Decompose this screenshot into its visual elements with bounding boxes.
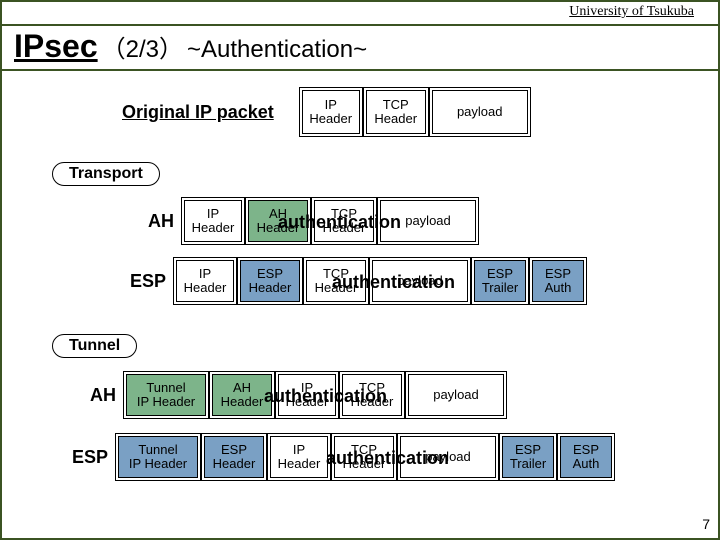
- label-esp: ESP: [124, 271, 166, 292]
- pill-transport: Transport: [52, 162, 160, 186]
- title-paren: （2/3）: [102, 29, 183, 64]
- label-ah: AH: [132, 211, 174, 232]
- label-ah: AH: [74, 385, 116, 406]
- box-payload: payload: [408, 374, 504, 416]
- slide: University of Tsukuba IPsec （2/3） ~Authe…: [0, 0, 720, 540]
- box-tunnel-ip-header: TunnelIP Header: [126, 374, 206, 416]
- box-tcp-header: TCPHeader: [306, 260, 366, 302]
- box-esp-header: ESPHeader: [204, 436, 264, 478]
- row-original: Original IP packet IPHeader TCPHeader pa…: [122, 90, 534, 134]
- label-original: Original IP packet: [122, 102, 274, 123]
- slide-number: 7: [702, 516, 710, 532]
- box-ah-header: AHHeader: [248, 200, 308, 242]
- pill-tunnel: Tunnel: [52, 334, 137, 358]
- box-ip-header: IPHeader: [302, 90, 360, 134]
- box-tcp-header: TCPHeader: [314, 200, 374, 242]
- row-transport-esp: ESP IPHeader ESPHeader TCPHeader payload…: [124, 260, 590, 302]
- box-payload: payload: [432, 90, 528, 134]
- title-main: IPsec: [14, 28, 98, 65]
- row-tunnel-ah: AH TunnelIP Header AHHeader IPHeader TCP…: [74, 374, 510, 416]
- box-tcp-header: TCPHeader: [366, 90, 426, 134]
- box-tunnel-ip-header: TunnelIP Header: [118, 436, 198, 478]
- box-ip-header: IPHeader: [278, 374, 336, 416]
- box-ah-header: AHHeader: [212, 374, 272, 416]
- title-sub: ~Authentication~: [187, 36, 367, 64]
- affiliation-text: University of Tsukuba: [569, 4, 694, 20]
- row-transport-ah: AH IPHeader AHHeader TCPHeader payload: [132, 200, 482, 242]
- box-ip-header: IPHeader: [184, 200, 242, 242]
- box-payload: payload: [372, 260, 468, 302]
- box-ip-header: IPHeader: [270, 436, 328, 478]
- box-esp-trailer: ESPTrailer: [502, 436, 554, 478]
- box-tcp-header: TCPHeader: [334, 436, 394, 478]
- box-esp-auth: ESPAuth: [532, 260, 584, 302]
- box-payload: payload: [400, 436, 496, 478]
- box-tcp-header: TCPHeader: [342, 374, 402, 416]
- box-esp-header: ESPHeader: [240, 260, 300, 302]
- title-bar: IPsec （2/3） ~Authentication~: [2, 24, 718, 71]
- box-esp-auth: ESPAuth: [560, 436, 612, 478]
- box-ip-header: IPHeader: [176, 260, 234, 302]
- box-payload: payload: [380, 200, 476, 242]
- content-area: Original IP packet IPHeader TCPHeader pa…: [2, 76, 718, 520]
- label-esp: ESP: [66, 447, 108, 468]
- row-tunnel-esp: ESP TunnelIP Header ESPHeader IPHeader T…: [66, 436, 618, 478]
- box-esp-trailer: ESPTrailer: [474, 260, 526, 302]
